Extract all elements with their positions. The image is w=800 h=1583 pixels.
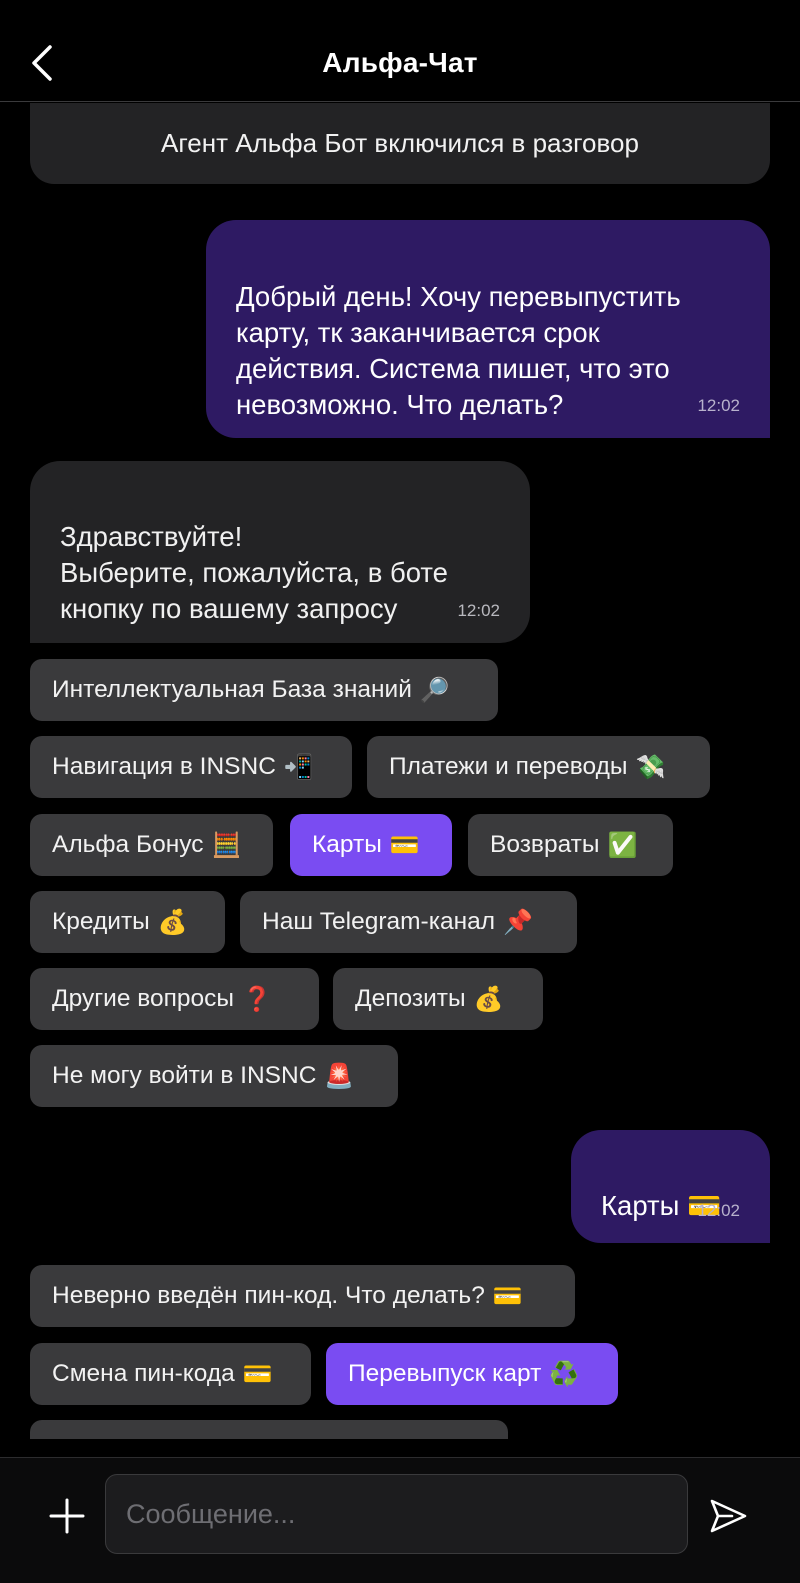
quick-reply-card-reissue[interactable]: Перевыпуск карт ♻️ [326, 1343, 618, 1405]
quick-reply-credits[interactable]: Кредиты 💰 [30, 891, 225, 953]
money-bag-icon: 💰 [473, 985, 504, 1013]
credit-card-icon: 💳 [389, 831, 420, 859]
message-composer [0, 1457, 800, 1583]
money-bag-icon: 💰 [157, 908, 188, 936]
check-mark-icon: ✅ [607, 831, 638, 859]
plus-icon [49, 1498, 85, 1534]
system-message: Агент Альфа Бот включился в разговор [30, 103, 770, 184]
recycle-icon: ♻️ [549, 1360, 580, 1388]
message-input[interactable] [105, 1474, 688, 1554]
outgoing-message[interactable]: Добрый день! Хочу перевыпустить карту, т… [206, 220, 770, 438]
quick-reply-navigation[interactable]: Навигация в INSNC 📲 [30, 736, 352, 798]
quick-reply-partial[interactable] [30, 1420, 508, 1439]
message-time: 12:02 [457, 601, 500, 620]
message-text: Здравствуйте! Выберите, пожалуйста, в бо… [60, 521, 448, 624]
money-wings-icon: 💸 [635, 753, 666, 781]
quick-reply-alfa-bonus[interactable]: Альфа Бонус 🧮 [30, 814, 273, 876]
message-text: Добрый день! Хочу перевыпустить карту, т… [236, 281, 681, 420]
send-button[interactable] [706, 1494, 750, 1538]
message-time: 12:02 [697, 396, 740, 415]
magnifier-icon: 🔎 [419, 676, 450, 704]
chat-header: Альфа-Чат [0, 0, 800, 102]
quick-reply-change-pin[interactable]: Смена пин-кода 💳 [30, 1343, 311, 1405]
quick-reply-cards[interactable]: Карты 💳 [290, 814, 452, 876]
pushpin-icon: 📌 [503, 908, 533, 936]
credit-card-icon: 💳 [492, 1282, 523, 1310]
quick-reply-login-problem[interactable]: Не могу войти в INSNC 🚨 [30, 1045, 398, 1107]
quick-reply-payments[interactable]: Платежи и переводы 💸 [367, 736, 710, 798]
quick-reply-returns[interactable]: Возвраты ✅ [468, 814, 673, 876]
quick-reply-knowledge-base[interactable]: Интеллектуальная База знаний 🔎 [30, 659, 498, 721]
abacus-icon: 🧮 [211, 831, 242, 859]
outgoing-message[interactable]: Карты 💳 12:02 [571, 1130, 770, 1243]
message-time: 12:02 [697, 1201, 740, 1220]
send-icon [710, 1499, 747, 1533]
quick-reply-wrong-pin[interactable]: Неверно введён пин-код. Что делать? 💳 [30, 1265, 575, 1327]
quick-reply-deposits[interactable]: Депозиты 💰 [333, 968, 543, 1030]
phone-arrow-icon: 📲 [283, 753, 314, 781]
siren-icon: 🚨 [324, 1062, 355, 1090]
page-title: Альфа-Чат [322, 47, 478, 78]
quick-reply-telegram[interactable]: Наш Telegram-канал 📌 [240, 891, 577, 953]
add-attachment-button[interactable] [45, 1494, 89, 1538]
incoming-message[interactable]: Здравствуйте! Выберите, пожалуйста, в бо… [30, 461, 530, 643]
quick-reply-other-questions[interactable]: Другие вопросы ❓ [30, 968, 319, 1030]
credit-card-icon: 💳 [242, 1360, 273, 1388]
message-list[interactable]: Агент Альфа Бот включился в разговор Доб… [0, 103, 800, 1439]
question-mark-icon: ❓ [242, 985, 272, 1013]
